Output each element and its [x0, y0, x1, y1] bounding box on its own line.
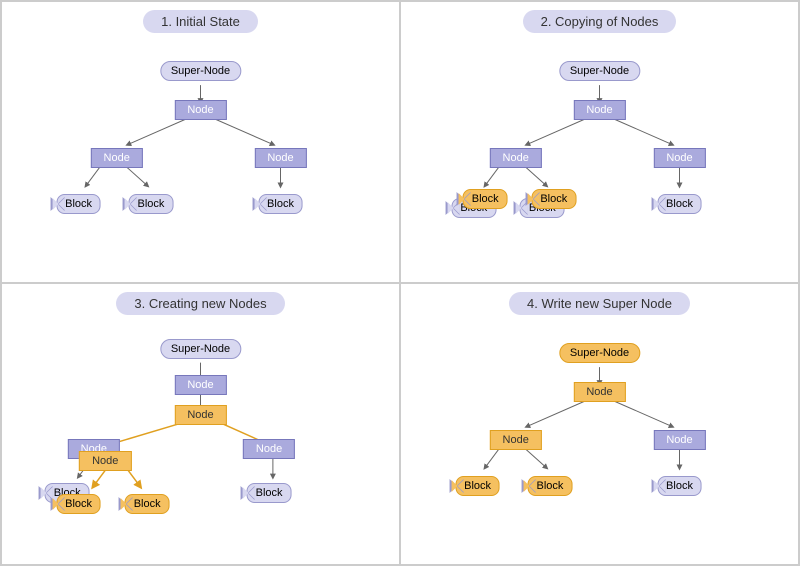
p4-block2: Block: [528, 476, 573, 496]
p2-block1-orange: Block: [463, 189, 508, 209]
p1-block1: Block: [56, 194, 101, 214]
panel1-title: 1. Initial State: [143, 10, 258, 33]
p2-block2-orange: Block: [531, 189, 576, 209]
panel2-diagram: Super-Node Node Node Node Block Block Bl…: [409, 35, 790, 263]
panel3-title: 3. Creating new Nodes: [116, 292, 284, 315]
p3-block1-orange: Block: [56, 494, 101, 514]
p1-supernode: Super-Node: [160, 61, 241, 81]
p2-node-left: Node: [490, 148, 542, 168]
p2-node-right: Node: [653, 148, 705, 168]
p1-node-top: Node: [174, 100, 226, 120]
panel-write-supernode: 4. Write new Super Node Super-Node: [400, 283, 799, 565]
p1-node-left: Node: [91, 148, 143, 168]
p4-node-right: Node: [653, 430, 705, 450]
panel3-diagram: Super-Node Node Node Node Node Node: [10, 317, 391, 545]
p3-node-left-orange: Node: [79, 451, 131, 471]
p3-node-right: Node: [243, 439, 295, 459]
panel2-title: 2. Copying of Nodes: [523, 10, 677, 33]
p2-block3: Block: [657, 194, 702, 214]
p1-node-right: Node: [254, 148, 306, 168]
p4-node-top: Node: [573, 382, 625, 402]
p4-block1: Block: [455, 476, 500, 496]
panel1-diagram: Super-Node Node Node Node Block Block: [10, 35, 391, 263]
panel4-title: 4. Write new Super Node: [509, 292, 690, 315]
p4-node-left: Node: [490, 430, 542, 450]
p3-supernode: Super-Node: [160, 339, 241, 359]
p2-node-top: Node: [573, 100, 625, 120]
p3-node-orange: Node: [174, 405, 226, 425]
panel4-title-row: 4. Write new Super Node: [409, 292, 790, 315]
p2-supernode: Super-Node: [559, 61, 640, 81]
p1-block2: Block: [129, 194, 174, 214]
p3-block2-orange: Block: [125, 494, 170, 514]
panel2-title-row: 2. Copying of Nodes: [409, 10, 790, 33]
panel-copying-nodes: 2. Copying of Nodes Super-Node N: [400, 1, 799, 283]
p1-block3: Block: [258, 194, 303, 214]
panel3-title-row: 3. Creating new Nodes: [10, 292, 391, 315]
p4-block3: Block: [657, 476, 702, 496]
panel1-title-row: 1. Initial State: [10, 10, 391, 33]
p4-supernode: Super-Node: [559, 343, 640, 363]
p3-node-grey: Node: [174, 375, 226, 395]
panel-initial-state: 1. Initial State: [1, 1, 400, 283]
panel4-diagram: Super-Node Node Node Node Block Block: [409, 317, 790, 545]
main-grid: 1. Initial State: [0, 0, 800, 566]
p3-block3: Block: [247, 483, 292, 503]
panel-creating-nodes: 3. Creating new Nodes: [1, 283, 400, 565]
